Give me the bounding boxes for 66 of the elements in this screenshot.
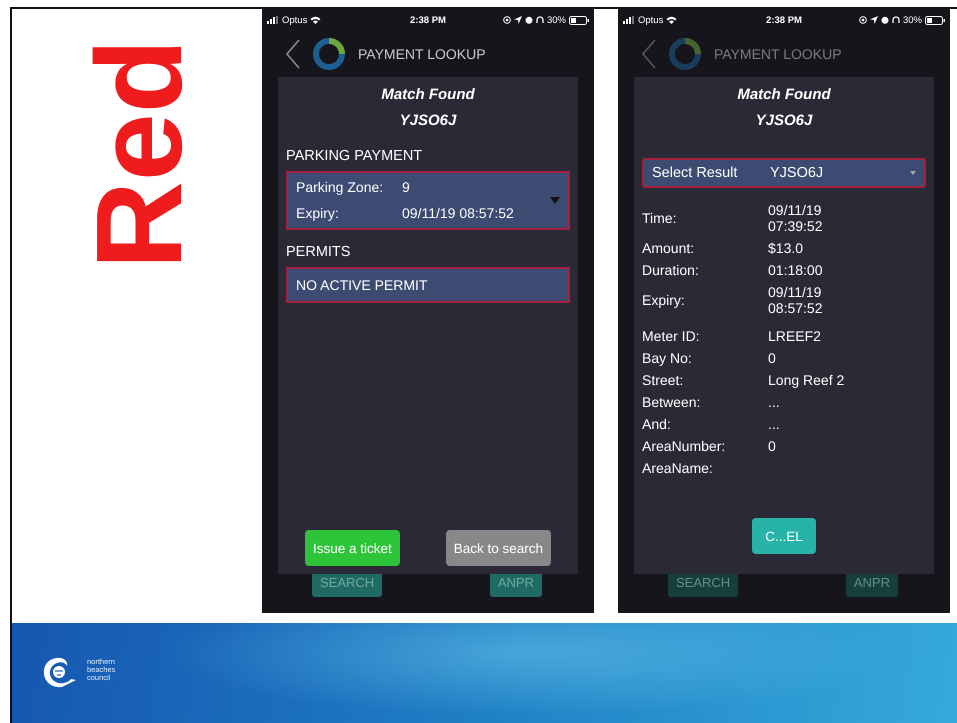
payment-dropdown[interactable]: Parking Zone: 9 Expiry: 09/11/19 08:57:52 bbox=[286, 171, 570, 230]
detail-value: ... bbox=[768, 416, 781, 432]
wifi-icon bbox=[666, 16, 678, 24]
match-title: Match Found bbox=[737, 85, 831, 105]
dropdown-caret-icon bbox=[550, 197, 560, 204]
detail-value: 09/11/19 08:57:52 bbox=[768, 284, 824, 316]
dropdown-caret-icon bbox=[910, 171, 916, 175]
location-icon bbox=[870, 16, 878, 24]
back-chevron-icon bbox=[642, 39, 656, 69]
permit-status: NO ACTIVE PERMIT bbox=[286, 267, 570, 303]
screen-title: PAYMENT LOOKUP bbox=[358, 46, 486, 62]
match-title: Match Found bbox=[381, 85, 475, 105]
back-chevron-icon bbox=[286, 39, 300, 69]
rotation-lock-icon bbox=[502, 16, 511, 24]
issue-ticket-button[interactable]: Issue a ticket bbox=[304, 530, 400, 566]
ring-logo-icon bbox=[668, 37, 702, 71]
signal-icon bbox=[623, 16, 635, 24]
detail-value: $13.0 bbox=[768, 240, 804, 256]
detail-label: Time: bbox=[642, 210, 678, 226]
detail-label: Street: bbox=[642, 372, 684, 388]
detail-value: 01:18:00 bbox=[768, 262, 824, 278]
select-label: Select Result bbox=[652, 165, 738, 181]
carrier-name: Optus bbox=[282, 14, 308, 26]
select-value: YJSO6J bbox=[770, 165, 824, 181]
back-button[interactable]: Back to search bbox=[446, 530, 552, 566]
result-select[interactable]: Select Result YJSO6J bbox=[642, 158, 926, 188]
detail-label: And: bbox=[642, 416, 672, 432]
detail-label: Meter ID: bbox=[642, 328, 701, 344]
clock-time: 2:38 PM bbox=[410, 14, 446, 26]
battery-percent: 30% bbox=[902, 14, 922, 26]
field-value: 09/11/19 08:57:52 bbox=[402, 205, 514, 222]
plate-number: YJSO6J bbox=[756, 111, 812, 131]
detail-value: 09/11/19 07:39:52 bbox=[768, 202, 824, 234]
battery-icon bbox=[569, 16, 589, 24]
detail-label: Between: bbox=[642, 394, 702, 410]
section-heading: PARKING PAYMENT bbox=[286, 148, 422, 164]
detail-label: AreaName: bbox=[642, 460, 714, 476]
detail-label: Duration: bbox=[642, 262, 700, 278]
section-heading: PERMITS bbox=[286, 244, 350, 260]
slide-title: Red bbox=[89, 38, 189, 270]
detail-value: LREEF2 bbox=[768, 328, 822, 344]
plate-number: YJSO6J bbox=[400, 111, 456, 131]
detail-value: Long Reef 2 bbox=[768, 372, 846, 388]
detail-label: Amount: bbox=[642, 240, 696, 256]
detail-label: Expiry: bbox=[642, 292, 686, 308]
screen-title: PAYMENT LOOKUP bbox=[714, 46, 842, 62]
battery-icon bbox=[925, 16, 945, 24]
battery-percent: 30% bbox=[546, 14, 566, 26]
location-icon bbox=[514, 16, 522, 24]
wifi-icon bbox=[310, 16, 322, 24]
detail-value: 0 bbox=[768, 350, 777, 366]
headphones-icon bbox=[892, 16, 900, 24]
field-label: Parking Zone: bbox=[296, 179, 384, 196]
headphones-icon bbox=[536, 16, 544, 24]
cancel-button[interactable]: C...EL bbox=[752, 518, 816, 554]
detail-label: AreaNumber: bbox=[642, 438, 726, 454]
field-label: Expiry: bbox=[296, 205, 340, 222]
clock-time: 2:38 PM bbox=[766, 14, 802, 26]
detail-value: 0 bbox=[768, 438, 777, 454]
detail-value: ... bbox=[768, 394, 781, 410]
rotation-lock-icon bbox=[858, 16, 867, 24]
signal-icon bbox=[267, 16, 279, 24]
detail-label: Bay No: bbox=[642, 350, 693, 366]
carrier-name: Optus bbox=[638, 14, 664, 26]
field-value: 9 bbox=[402, 179, 410, 196]
ring-logo-icon bbox=[312, 37, 346, 71]
